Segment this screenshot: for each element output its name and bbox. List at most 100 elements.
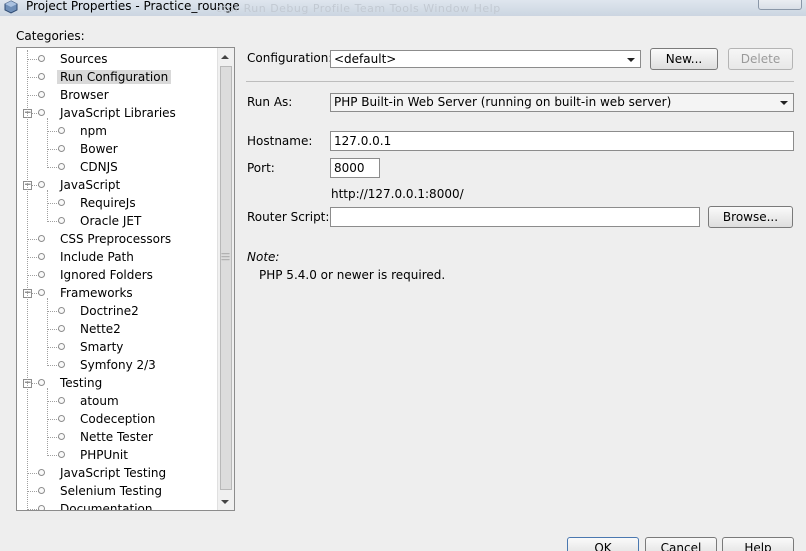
- tree-item-label: Frameworks: [60, 286, 133, 300]
- categories-label: Categories:: [16, 29, 85, 43]
- browse-button[interactable]: Browse...: [708, 206, 793, 228]
- tree-node-icon: [58, 217, 65, 224]
- tree-item-label: CSS Preprocessors: [60, 232, 172, 246]
- url-preview: http://127.0.0.1:8000/: [331, 187, 464, 201]
- tree-item[interactable]: Oracle JET: [77, 212, 144, 230]
- tree-node-icon: [58, 451, 65, 458]
- tree-item[interactable]: atoum: [77, 392, 122, 410]
- scroll-grip-icon: — — —: [221, 249, 230, 265]
- tree-node-icon: [38, 487, 45, 494]
- scroll-down-arrow-icon[interactable]: [221, 500, 229, 504]
- port-field[interactable]: 8000: [330, 158, 380, 178]
- note-text: PHP 5.4.0 or newer is required.: [259, 268, 446, 282]
- tree-item[interactable]: Frameworks: [57, 284, 136, 302]
- tree-item[interactable]: Run Configuration: [57, 68, 172, 86]
- tree-node-icon: [58, 415, 65, 422]
- tree-item-label: Include Path: [60, 250, 134, 264]
- tree-node-icon: [38, 109, 45, 116]
- tree-root-spine: [27, 50, 28, 510]
- tree-item-label: Sources: [60, 52, 108, 66]
- tree-item-label: atoum: [80, 394, 119, 408]
- tree-item[interactable]: CSS Preprocessors: [57, 230, 174, 248]
- tree-item-label: RequireJs: [80, 196, 136, 210]
- tree-item-label: PHPUnit: [80, 448, 128, 462]
- tree-node-icon: [58, 343, 65, 350]
- tree-node-icon: [58, 199, 65, 206]
- tree-item[interactable]: CDNJS: [77, 158, 121, 176]
- tree-item[interactable]: Documentation: [57, 500, 156, 511]
- tree-item-label: JavaScript Testing: [60, 466, 167, 480]
- tree-item[interactable]: Nette2: [77, 320, 124, 338]
- tree-item[interactable]: Sources: [57, 50, 110, 68]
- tree-item[interactable]: Include Path: [57, 248, 137, 266]
- port-label: Port:: [247, 161, 275, 175]
- tree-node-icon: [38, 55, 45, 62]
- tree-item[interactable]: Smarty: [77, 338, 126, 356]
- tree-item[interactable]: PHPUnit: [77, 446, 131, 464]
- tree-item[interactable]: Browser: [57, 86, 112, 104]
- tree-child-spine: [47, 298, 48, 366]
- tree-item-label: Nette Tester: [80, 430, 153, 444]
- tree-node-icon: [58, 163, 65, 170]
- tree-item-label: Symfony 2/3: [80, 358, 156, 372]
- tree-item-label: Codeception: [80, 412, 156, 426]
- tree-item-label: Testing: [60, 376, 103, 390]
- tree-item[interactable]: npm: [77, 122, 110, 140]
- tree-item[interactable]: JavaScript Testing: [57, 464, 169, 482]
- tree-node-icon: [38, 181, 45, 188]
- window-close-button[interactable]: [758, 0, 802, 10]
- scroll-thumb[interactable]: [220, 66, 232, 490]
- tree-node-icon: [58, 361, 65, 368]
- title-bar: Project Properties - Practice_rounge cto…: [0, 0, 806, 16]
- tree-node-icon: [38, 289, 45, 296]
- tree-child-spine: [47, 118, 48, 168]
- tree-item-label: JavaScript Libraries: [60, 106, 176, 120]
- delete-configuration-button[interactable]: Delete: [728, 48, 793, 70]
- tree-item[interactable]: RequireJs: [77, 194, 139, 212]
- tree-node-icon: [38, 91, 45, 98]
- run-as-label: Run As:: [247, 95, 293, 109]
- tree-item-label: Selenium Testing: [60, 484, 162, 498]
- router-script-label: Router Script:: [247, 210, 330, 224]
- window-title: Project Properties - Practice_rounge: [26, 0, 240, 13]
- scroll-up-arrow-icon[interactable]: [221, 55, 229, 59]
- configuration-select[interactable]: <default>: [330, 50, 641, 68]
- tree-node-icon: [58, 307, 65, 314]
- tree-item[interactable]: Nette Tester: [77, 428, 156, 446]
- tree-vertical-scrollbar[interactable]: — — —: [217, 48, 234, 510]
- tree-node-icon: [58, 433, 65, 440]
- tree-item-label: Browser: [60, 88, 109, 102]
- tree-item[interactable]: Testing: [57, 374, 105, 392]
- ok-button[interactable]: OK: [567, 537, 639, 551]
- help-button[interactable]: Help: [722, 537, 794, 551]
- new-configuration-button[interactable]: New...: [650, 48, 718, 70]
- configuration-label: Configuration:: [247, 51, 333, 65]
- tree-item[interactable]: JavaScript: [57, 176, 123, 194]
- tree-node-icon: [38, 379, 45, 386]
- tree-item[interactable]: Doctrine2: [77, 302, 142, 320]
- tree-item-label: Documentation: [60, 502, 153, 511]
- tree-item[interactable]: JavaScript Libraries: [57, 104, 179, 122]
- tree-node-icon: [58, 145, 65, 152]
- categories-tree[interactable]: — — — Sources Run Configuration Browser − Java…: [16, 47, 235, 511]
- tree-node-icon: [38, 271, 45, 278]
- chevron-down-icon: [780, 101, 788, 105]
- section-separator: [246, 81, 794, 82]
- tree-item-label: Nette2: [80, 322, 121, 336]
- chevron-down-icon: [627, 58, 635, 62]
- hostname-label: Hostname:: [247, 134, 313, 148]
- tree-item-label: JavaScript: [60, 178, 121, 192]
- tree-item[interactable]: Codeception: [77, 410, 158, 428]
- tree-item[interactable]: Bower: [77, 140, 121, 158]
- router-script-field[interactable]: [330, 207, 700, 227]
- cancel-button[interactable]: Cancel: [645, 537, 717, 551]
- tree-item-label: CDNJS: [80, 160, 118, 174]
- tree-item[interactable]: Selenium Testing: [57, 482, 165, 500]
- tree-child-spine: [47, 388, 48, 456]
- run-as-select[interactable]: PHP Built-in Web Server (running on buil…: [330, 93, 794, 112]
- tree-item[interactable]: Ignored Folders: [57, 266, 156, 284]
- tree-item[interactable]: Symfony 2/3: [77, 356, 159, 374]
- tree-item-label: Run Configuration: [57, 70, 172, 84]
- note-title: Note:: [247, 250, 280, 264]
- hostname-field[interactable]: 127.0.0.1: [330, 131, 794, 151]
